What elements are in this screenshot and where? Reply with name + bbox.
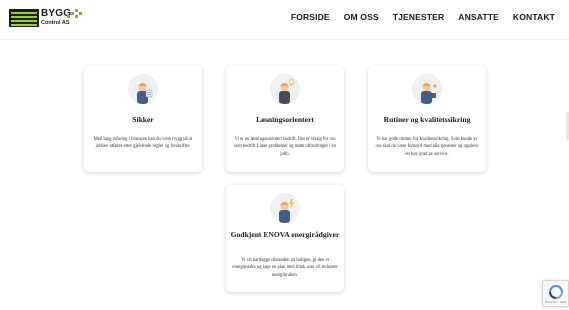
nav-ansatte[interactable]: ANSATTE <box>458 12 499 22</box>
card-title: Sikker <box>132 115 154 124</box>
card-title: Godkjent ENOVA energirådgiver <box>230 230 340 239</box>
worker-avatar-icon <box>412 74 442 104</box>
feature-card-losningsorientert: Løsningsorientert Vi er en løsningsorien… <box>226 66 344 172</box>
recaptcha-label: Personvern · Vilkår <box>544 301 567 304</box>
main-navigation: FORSIDE OM OSS TJENESTER ANSATTE KONTAKT <box>291 12 555 22</box>
feature-card-sikker: Sikker Med lang erfaring i bransjen kan … <box>84 66 202 172</box>
site-header: BYGG Control AS FORSIDE OM OSS TJENESTER… <box>0 0 569 40</box>
card-description: Vi har gode rutiner for kvalitetssikring… <box>375 137 479 157</box>
thinking-worker-avatar-icon <box>270 74 300 104</box>
card-description: Vi er en løsningsorientert bedrift. Det … <box>233 137 337 157</box>
nav-kontakt[interactable]: KONTAKT <box>513 12 555 22</box>
energy-advisor-avatar-icon <box>270 193 300 223</box>
card-title: Rutiner og kvalitetssikring <box>383 115 471 124</box>
nav-tjenester[interactable]: TJENESTER <box>393 12 445 22</box>
recaptcha-badge[interactable]: Personvern · Vilkår <box>542 280 569 307</box>
recaptcha-icon <box>549 285 563 299</box>
nav-forside[interactable]: FORSIDE <box>291 12 330 22</box>
nav-om-oss[interactable]: OM OSS <box>344 12 379 22</box>
company-logo[interactable]: BYGG Control AS <box>9 8 82 30</box>
feature-card-rutiner: Rutiner og kvalitetssikring Vi har gode … <box>368 66 486 172</box>
card-description: Med lang erfaring i bransjen kan du være… <box>93 137 193 150</box>
feature-card-enova: Godkjent ENOVA energirådgiver Vi vil kar… <box>226 185 344 292</box>
inspector-avatar-icon <box>128 74 158 104</box>
card-description: Vi vil kartlegge tilstanden på boligen, … <box>232 258 338 278</box>
logo-subtitle: Control AS <box>41 20 70 26</box>
logo-dots-icon <box>67 9 82 19</box>
logo-mark-icon <box>9 9 39 27</box>
card-title: Løsningsorientert <box>256 115 314 124</box>
